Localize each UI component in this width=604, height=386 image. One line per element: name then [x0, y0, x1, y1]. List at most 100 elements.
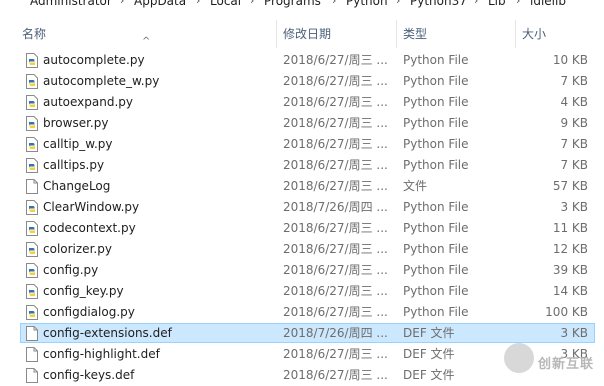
breadcrumb-item[interactable]: Python37: [410, 0, 467, 8]
file-type: Python File: [403, 284, 469, 298]
file-type: Python File: [403, 305, 469, 319]
python-file-icon: [26, 242, 38, 257]
file-size: 3 KB: [560, 200, 588, 214]
file-date: 2018/6/27/周三 ...: [283, 74, 388, 88]
breadcrumb-item[interactable]: Programs: [264, 0, 321, 8]
file-date: 2018/6/27/周三 ...: [283, 221, 388, 235]
file-size: 4 KB: [560, 95, 588, 109]
file-size: 7 KB: [560, 158, 588, 172]
breadcrumb-item[interactable]: Local: [210, 0, 241, 8]
breadcrumb-item[interactable]: Lib: [488, 0, 506, 8]
file-name: colorizer.py: [43, 242, 112, 256]
sort-ascending-icon: ^: [142, 36, 151, 47]
breadcrumb-separator-icon[interactable]: ›: [196, 0, 200, 7]
file-row[interactable]: autoexpand.py 2018/6/27/周三 ... Python File…: [0, 92, 604, 113]
blank-file-icon: [26, 179, 38, 194]
file-type: Python File: [403, 242, 469, 256]
python-file-icon: [26, 284, 38, 299]
file-row[interactable]: config_key.py 2018/6/27/周三 ... Python File…: [0, 281, 604, 302]
file-date: 2018/6/27/周三 ...: [283, 347, 388, 361]
file-date: 2018/6/27/周三 ...: [283, 263, 388, 277]
file-name: browser.py: [43, 116, 109, 130]
file-size: 57 KB: [552, 179, 588, 193]
file-date: 2018/6/27/周三 ...: [283, 368, 388, 382]
file-size: 9 KB: [560, 116, 588, 130]
breadcrumb-separator-icon[interactable]: ›: [474, 0, 478, 7]
breadcrumb-separator-icon[interactable]: ›: [396, 0, 400, 7]
file-name: configdialog.py: [43, 305, 135, 319]
file-name: autocomplete_w.py: [43, 74, 160, 88]
file-type: Python File: [403, 200, 469, 214]
blank-file-icon: [26, 347, 38, 362]
file-size: 12 KB: [552, 242, 588, 256]
file-name: config-keys.def: [43, 368, 135, 382]
file-row[interactable]: calltips.py 2018/6/27/周三 ... Python File 7 …: [0, 155, 604, 176]
file-date: 2018/6/27/周三 ...: [283, 137, 388, 151]
python-file-icon: [26, 53, 38, 68]
file-size: 14 KB: [552, 284, 588, 298]
file-name: config_key.py: [43, 284, 124, 298]
file-type: Python File: [403, 137, 469, 151]
file-name: ChangeLog: [43, 179, 111, 193]
python-file-icon: [26, 221, 38, 236]
file-type: Python File: [403, 263, 469, 277]
watermark-circle-icon: [504, 343, 534, 373]
file-type: DEF 文件: [403, 326, 455, 340]
python-file-icon: [26, 137, 38, 152]
column-header-bar: 名称 ^ 修改日期 类型 大小: [0, 20, 604, 48]
file-row[interactable]: browser.py 2018/6/27/周三 ... Python File 9 K…: [0, 113, 604, 134]
breadcrumb-separator-icon[interactable]: ›: [250, 0, 254, 7]
file-name: calltips.py: [43, 158, 105, 172]
file-type: DEF 文件: [403, 347, 455, 361]
column-divider[interactable]: [396, 20, 397, 48]
file-row[interactable]: autocomplete.py 2018/6/27/周三 ... Python Fi…: [0, 50, 604, 71]
file-type: Python File: [403, 74, 469, 88]
file-row[interactable]: autocomplete_w.py 2018/6/27/周三 ... Python …: [0, 71, 604, 92]
file-type: Python File: [403, 116, 469, 130]
file-name: config-highlight.def: [43, 347, 160, 361]
breadcrumb: Administrator AppData › Local › Programs › Pyth…: [0, 0, 604, 10]
file-name: autoexpand.py: [43, 95, 134, 109]
file-row[interactable]: ChangeLog 2018/6/27/周三 ... 文件 57 KB: [0, 176, 604, 197]
column-divider[interactable]: [515, 20, 516, 48]
breadcrumb-item[interactable]: idlelib: [530, 0, 566, 8]
file-date: 2018/6/27/周三 ...: [283, 116, 388, 130]
file-date: 2018/7/26/周四 ...: [283, 326, 388, 340]
python-file-icon: [26, 305, 38, 320]
breadcrumb-separator-icon[interactable]: ›: [516, 0, 520, 7]
file-size: 11 KB: [552, 221, 588, 235]
file-size: 7 KB: [560, 137, 588, 151]
file-row[interactable]: ClearWindow.py 2018/7/26/周四 ... Python Fil…: [0, 197, 604, 218]
file-type: Python File: [403, 53, 469, 67]
python-file-icon: [26, 200, 38, 215]
column-header-date[interactable]: 修改日期: [283, 20, 331, 48]
file-row[interactable]: config.py 2018/6/27/周三 ... Python File 39 K…: [0, 260, 604, 281]
python-file-icon: [26, 74, 38, 89]
file-row[interactable]: codecontext.py 2018/6/27/周三 ... Python Fil…: [0, 218, 604, 239]
breadcrumb-item[interactable]: AppData: [134, 0, 186, 8]
file-size: 10 KB: [552, 53, 588, 67]
file-row[interactable]: calltip_w.py 2018/6/27/周三 ... Python File 7…: [0, 134, 604, 155]
file-size: 100 KB: [545, 305, 588, 319]
column-divider[interactable]: [276, 20, 277, 48]
file-row[interactable]: colorizer.py 2018/6/27/周三 ... Python File 1…: [0, 239, 604, 260]
column-header-size[interactable]: 大小: [522, 20, 546, 48]
blank-file-icon: [26, 326, 38, 341]
column-header-name[interactable]: 名称: [22, 20, 46, 48]
file-row[interactable]: configdialog.py 2018/6/27/周三 ... Python Fi…: [0, 302, 604, 323]
breadcrumb-item[interactable]: Administrator: [30, 0, 112, 8]
python-file-icon: [26, 158, 38, 173]
file-type: 文件: [403, 179, 428, 193]
breadcrumb-separator-icon[interactable]: ›: [332, 0, 336, 7]
file-date: 2018/6/27/周三 ...: [283, 242, 388, 256]
file-type: DEF 文件: [403, 368, 455, 382]
file-size: 39 KB: [552, 263, 588, 277]
file-name: codecontext.py: [43, 221, 136, 235]
file-name: calltip_w.py: [43, 137, 113, 151]
breadcrumb-item[interactable]: Python: [346, 0, 388, 8]
breadcrumb-separator-icon[interactable]: ›: [120, 0, 124, 7]
file-type: Python File: [403, 95, 469, 109]
file-type: Python File: [403, 158, 469, 172]
file-name: autocomplete.py: [43, 53, 145, 67]
column-header-type[interactable]: 类型: [403, 20, 427, 48]
